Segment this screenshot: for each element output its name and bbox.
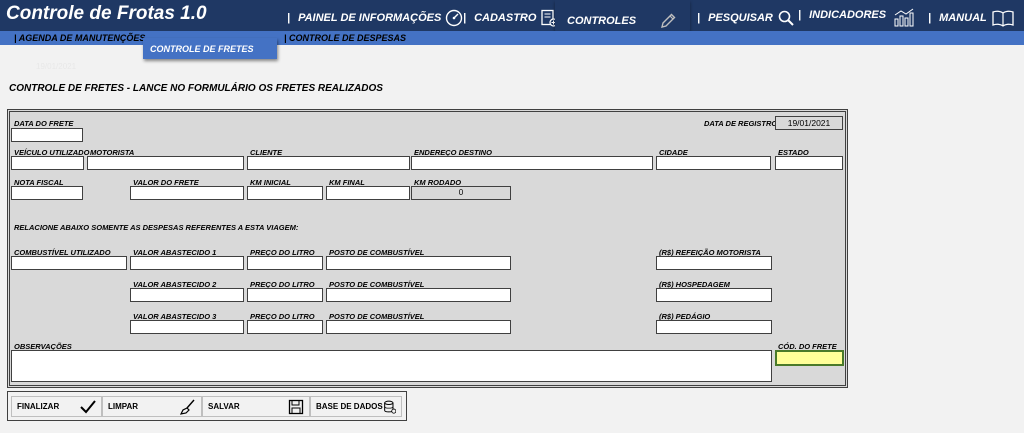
preco-litro-1-field[interactable]: [247, 256, 323, 270]
page-heading: CONTROLE DE FRETES - LANCE NO FORMULÁRIO…: [9, 83, 383, 94]
valor-abastecido-2-field[interactable]: [130, 288, 244, 302]
search-icon: [777, 9, 795, 27]
veiculo-field[interactable]: [11, 156, 84, 170]
combustivel-field[interactable]: [11, 256, 127, 270]
salvar-button[interactable]: SALVAR: [202, 396, 310, 417]
nav-separator: |: [697, 12, 701, 24]
motorista-field[interactable]: [87, 156, 244, 170]
subnav-agenda[interactable]: | AGENDA DE MANUTENÇÕES: [14, 33, 145, 43]
posto-3-field[interactable]: [326, 320, 511, 334]
hospedagem-field[interactable]: [656, 288, 772, 302]
data-frete-field[interactable]: [11, 128, 83, 142]
valor-abastecido-3-field[interactable]: [130, 320, 244, 334]
checkmark-icon: [80, 399, 96, 413]
nav-cadastro[interactable]: | CADASTRO: [463, 9, 559, 27]
cliente-field[interactable]: [247, 156, 410, 170]
nav-indicadores[interactable]: | INDICADORES: [798, 9, 886, 21]
limpar-label: LIMPAR: [108, 402, 139, 411]
subnav-despesas[interactable]: | CONTROLE DE DESPESAS: [284, 33, 406, 43]
base-dados-label: BASE DE DADOS: [316, 402, 383, 411]
nav-separator: |: [287, 12, 291, 24]
limpar-button[interactable]: LIMPAR: [102, 396, 202, 417]
data-frete-label: DATA DO FRETE: [14, 119, 74, 128]
estado-field[interactable]: [775, 156, 843, 170]
valor-abastecido-1-field[interactable]: [130, 256, 244, 270]
preco-litro-3-field[interactable]: [247, 320, 323, 334]
nav-painel-label: PAINEL DE INFORMAÇÕES: [298, 12, 442, 24]
data-registro-label: DATA DE REGISTRO:: [704, 119, 780, 128]
km-rodado-field: 0: [411, 186, 511, 200]
faint-date: 19/01/2021: [36, 62, 77, 71]
base-dados-button[interactable]: BASE DE DADOS: [310, 396, 402, 417]
nav-manual[interactable]: | MANUAL: [928, 9, 1015, 27]
endereco-field[interactable]: [411, 156, 653, 170]
preco-litro-2-field[interactable]: [247, 288, 323, 302]
nav-separator: |: [463, 12, 467, 24]
km-inicial-field[interactable]: [247, 186, 323, 200]
refeicao-field[interactable]: [656, 256, 772, 270]
subnav-separator: |: [14, 33, 17, 43]
open-book-icon: [991, 9, 1015, 27]
nav-pesquisar-label: PESQUISAR: [708, 12, 773, 24]
tab-controles-label: CONTROLES: [567, 15, 637, 27]
observacoes-field[interactable]: [11, 350, 772, 382]
broom-icon: [180, 399, 195, 415]
posto-2-field[interactable]: [326, 288, 511, 302]
data-registro-field: 19/01/2021: [775, 116, 843, 130]
nav-cadastro-label: CADASTRO: [474, 12, 537, 24]
gauge-icon: [445, 9, 463, 27]
salvar-label: SALVAR: [208, 402, 240, 411]
subnav-despesas-label: CONTROLE DE DESPESAS: [289, 33, 407, 43]
km-final-field[interactable]: [326, 186, 410, 200]
cidade-field[interactable]: [656, 156, 771, 170]
nota-fiscal-field[interactable]: [11, 186, 83, 200]
posto-1-field[interactable]: [326, 256, 511, 270]
nav-separator: |: [798, 9, 802, 21]
app-title: Controle de Frotas 1.0: [6, 3, 207, 24]
nav-manual-label: MANUAL: [939, 12, 987, 24]
nav-separator: |: [928, 12, 932, 24]
nav-painel[interactable]: | PAINEL DE INFORMAÇÕES: [287, 9, 463, 27]
subnav-agenda-label: AGENDA DE MANUTENÇÕES: [18, 33, 146, 43]
finalizar-label: FINALIZAR: [17, 402, 60, 411]
despesas-note: RELACIONE ABAIXO SOMENTE AS DESPESAS REF…: [14, 223, 299, 232]
nav-indicadores-label: INDICADORES: [809, 9, 887, 21]
subnav-separator: |: [284, 33, 287, 43]
cod-frete-field[interactable]: [775, 350, 844, 366]
pedagio-field[interactable]: [656, 320, 772, 334]
finalizar-button[interactable]: FINALIZAR: [11, 396, 102, 417]
subtab-fretes-label: CONTROLE DE FRETES: [150, 44, 254, 54]
nav-pesquisar[interactable]: | PESQUISAR: [697, 9, 795, 27]
valor-frete-field[interactable]: [130, 186, 244, 200]
bar-chart-icon[interactable]: [893, 8, 915, 33]
floppy-disk-icon: [288, 399, 304, 414]
database-icon: [383, 400, 396, 414]
